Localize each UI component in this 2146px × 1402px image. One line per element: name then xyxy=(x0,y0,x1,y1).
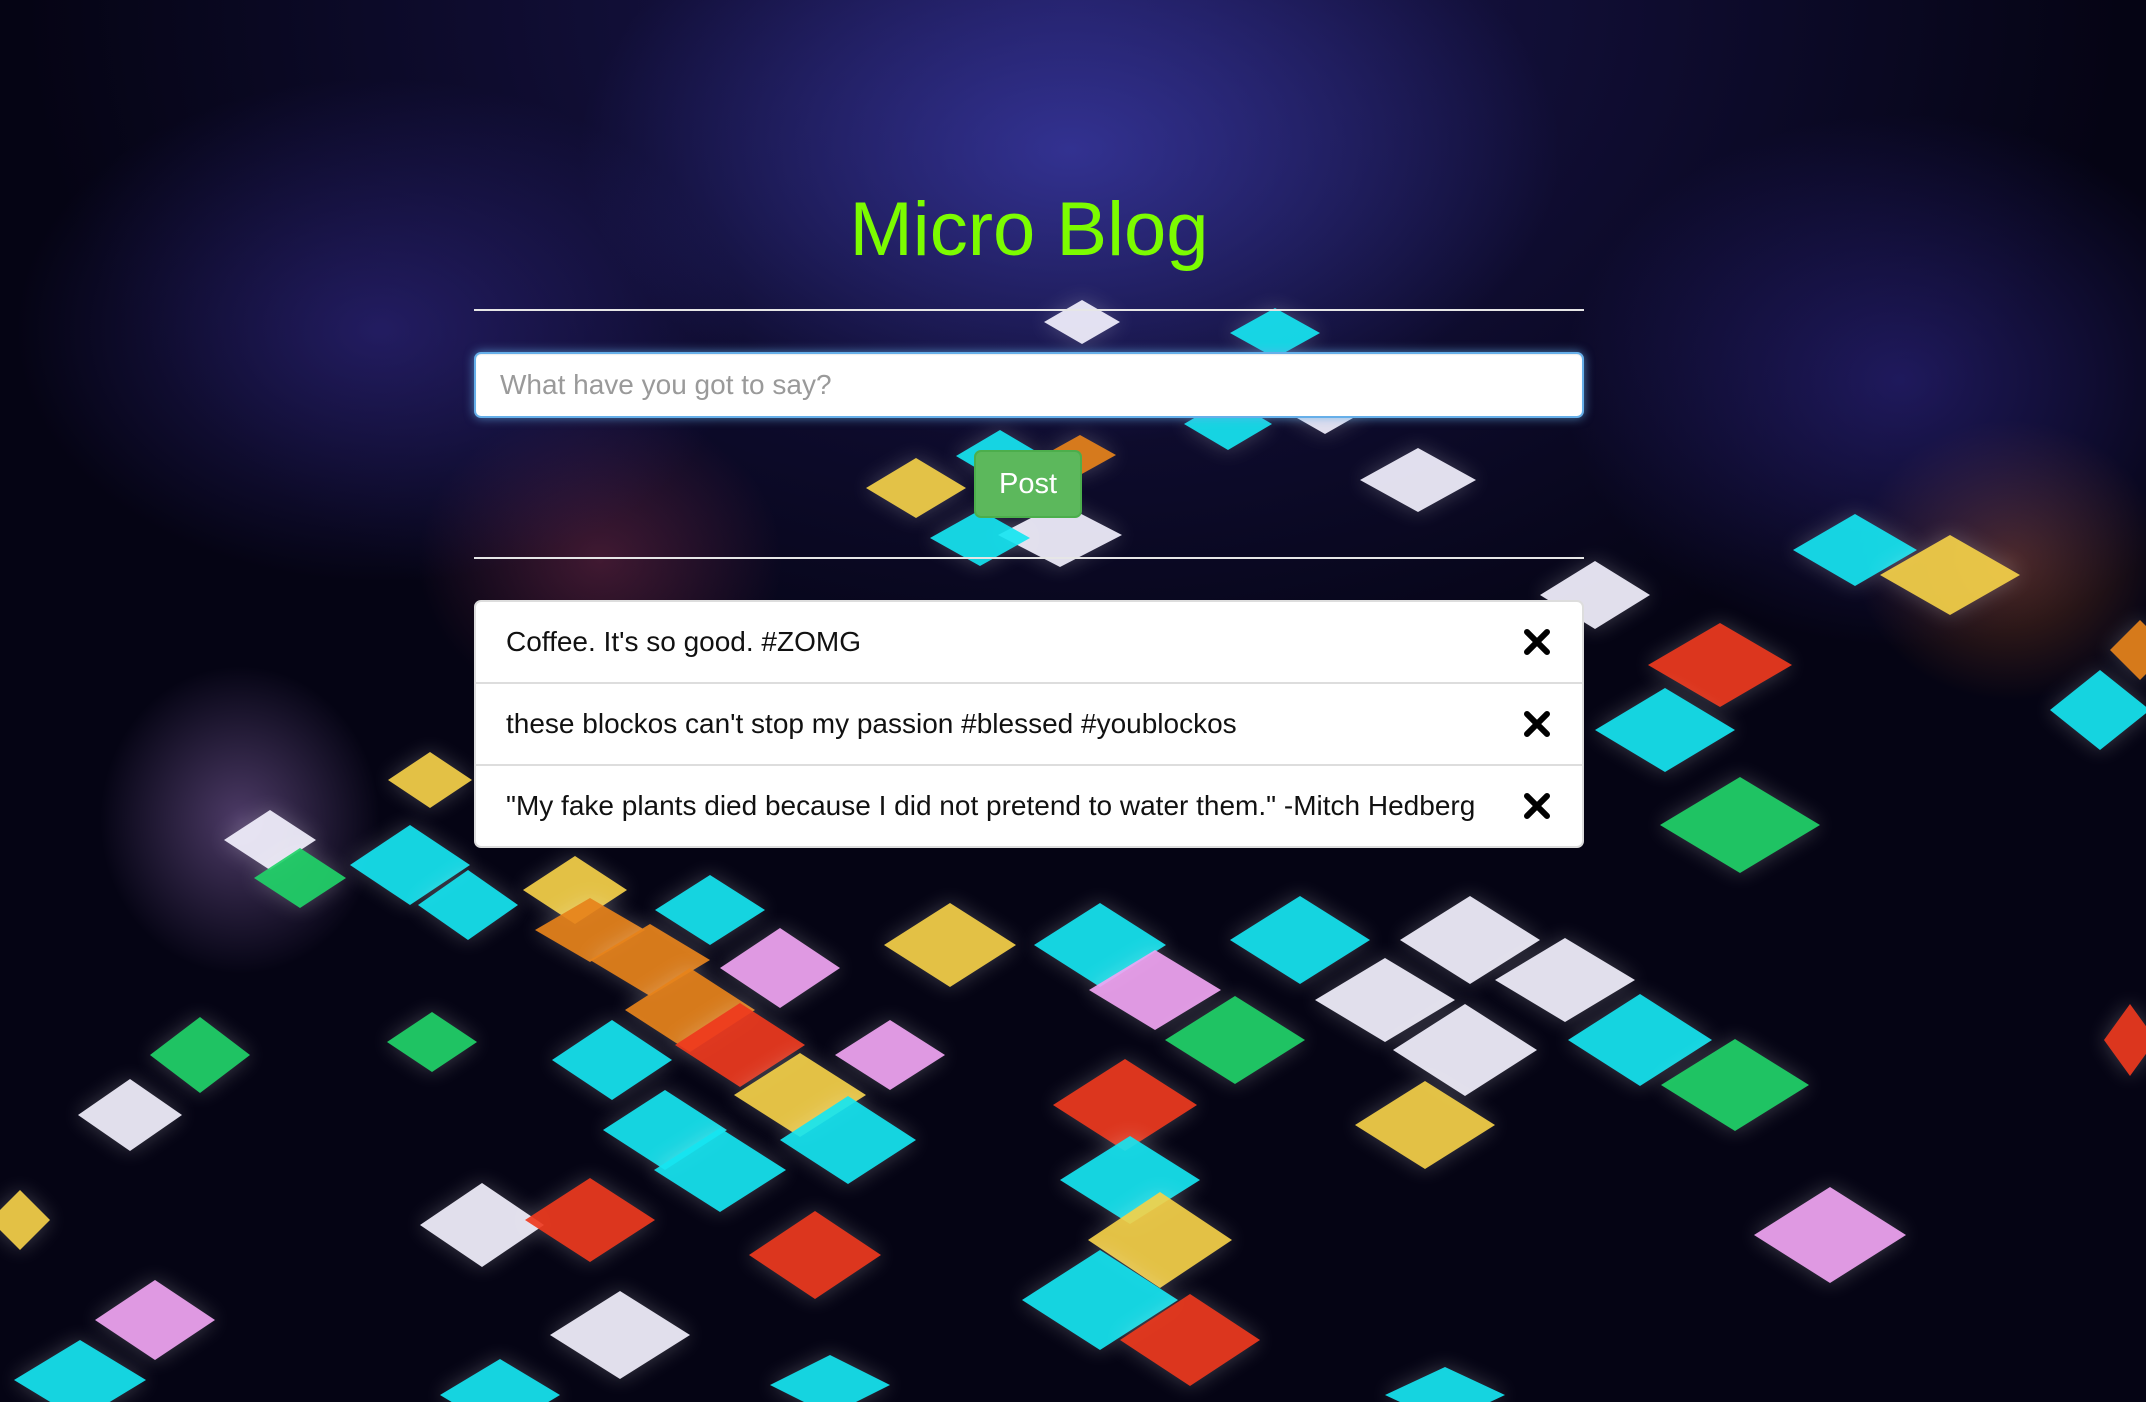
floor-tile xyxy=(749,1211,881,1299)
post-button[interactable]: Post xyxy=(974,450,1082,518)
floor-tile xyxy=(1355,1081,1495,1169)
floor-tile xyxy=(1360,448,1476,512)
floor-tile xyxy=(2104,1004,2146,1076)
close-icon[interactable] xyxy=(1522,627,1552,657)
floor-tile xyxy=(1230,308,1320,358)
floor-tile xyxy=(95,1280,215,1360)
floor-tile xyxy=(420,1183,544,1267)
floor-tile xyxy=(2050,670,2146,750)
divider-top xyxy=(474,309,1584,311)
floor-tile xyxy=(1754,1187,1906,1283)
post-text: "My fake plants died because I did not p… xyxy=(506,790,1476,821)
floor-tile xyxy=(440,1359,560,1402)
floor-tile xyxy=(78,1079,182,1151)
floor-tile xyxy=(884,903,1016,987)
floor-tile xyxy=(1044,300,1120,344)
floor-tile xyxy=(388,752,472,808)
floor-tile xyxy=(14,1340,146,1402)
floor-tile xyxy=(1230,896,1370,984)
floor-tile xyxy=(387,1012,477,1072)
floor-tile xyxy=(1053,1059,1197,1151)
post-text: these blockos can't stop my passion #ble… xyxy=(506,708,1237,739)
divider-bottom xyxy=(474,557,1584,559)
post-text: Coffee. It's so good. #ZOMG xyxy=(506,626,861,657)
floor-tile xyxy=(835,1020,945,1090)
floor-tile xyxy=(0,1190,50,1250)
floor-tile xyxy=(655,875,765,945)
floor-tile xyxy=(1385,1367,1505,1402)
floor-tile xyxy=(720,928,840,1008)
close-icon[interactable] xyxy=(1522,791,1552,821)
close-icon[interactable] xyxy=(1522,709,1552,739)
post-input[interactable] xyxy=(474,352,1584,418)
floor-tile xyxy=(150,1017,250,1093)
post-item: Coffee. It's so good. #ZOMG xyxy=(476,602,1582,682)
post-list: Coffee. It's so good. #ZOMG these blocko… xyxy=(474,600,1584,848)
floor-tile xyxy=(550,1291,690,1379)
floor-tile xyxy=(552,1020,672,1100)
floor-tile xyxy=(525,1178,655,1262)
post-item: these blockos can't stop my passion #ble… xyxy=(476,682,1582,764)
post-item: "My fake plants died because I did not p… xyxy=(476,764,1582,846)
floor-tile xyxy=(1660,777,1820,873)
floor-tile xyxy=(2110,620,2146,680)
floor-tile xyxy=(770,1355,890,1402)
page-title: Micro Blog xyxy=(849,187,1209,272)
floor-tile xyxy=(866,458,966,518)
